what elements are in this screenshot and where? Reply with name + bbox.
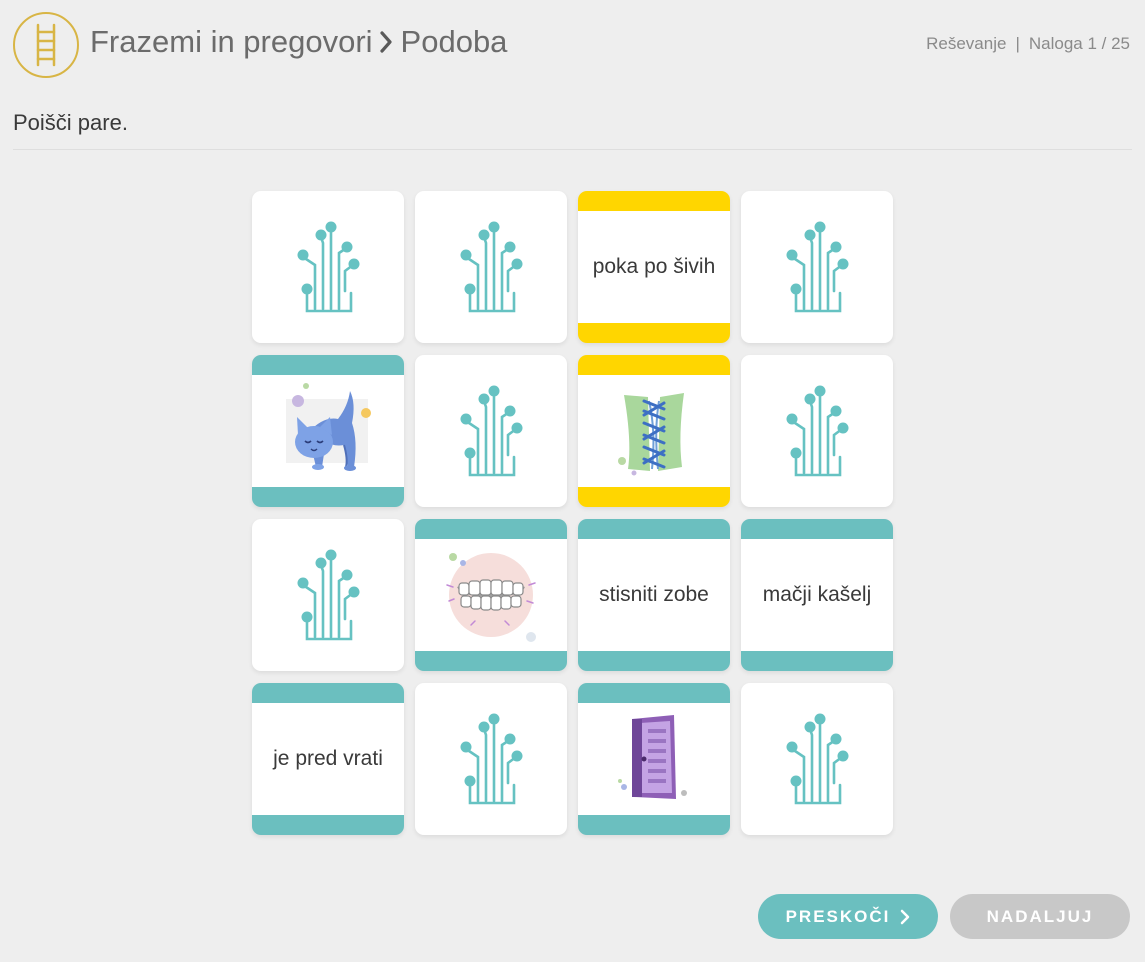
status-separator: | xyxy=(1015,34,1020,53)
door-icon xyxy=(618,715,687,799)
cat-icon xyxy=(286,383,371,471)
memory-card-hidden[interactable] xyxy=(415,191,567,343)
card-text: stisniti zobe xyxy=(599,583,709,606)
breadcrumb-topic: Podoba xyxy=(400,24,508,59)
ladder-logo-icon xyxy=(13,12,79,78)
memory-card-revealed[interactable]: je pred vrati xyxy=(252,683,404,835)
continue-button-label: NADALJUJ xyxy=(986,906,1094,926)
divider xyxy=(13,149,1132,150)
skip-button-label: PRESKOČI xyxy=(785,906,891,926)
torn-seam-icon xyxy=(618,393,684,476)
memory-card-revealed[interactable] xyxy=(578,683,730,835)
chevron-right-icon xyxy=(900,909,910,925)
memory-card-hidden[interactable] xyxy=(415,355,567,507)
circuit-icon xyxy=(782,383,852,479)
status-mode: Reševanje xyxy=(926,34,1007,53)
memory-card-revealed[interactable] xyxy=(415,519,567,671)
memory-card-hidden[interactable] xyxy=(741,191,893,343)
memory-card-revealed[interactable] xyxy=(252,355,404,507)
task-instruction: Poišči pare. xyxy=(13,110,128,135)
task-counter: Naloga 1 / 25 xyxy=(1028,34,1130,53)
card-text: poka po šivih xyxy=(592,255,716,278)
teeth-icon xyxy=(446,553,536,642)
circuit-icon xyxy=(782,219,852,315)
memory-card-grid: poka po šivih stisniti zobe mačji kašelj… xyxy=(252,191,893,835)
circuit-icon xyxy=(782,711,852,807)
circuit-icon xyxy=(456,383,526,479)
card-text: je pred vrati xyxy=(273,747,383,770)
memory-card-revealed[interactable]: stisniti zobe xyxy=(578,519,730,671)
breadcrumb: Frazemi in pregovori Podoba xyxy=(90,24,507,60)
memory-card-revealed[interactable]: mačji kašelj xyxy=(741,519,893,671)
circuit-icon xyxy=(293,219,363,315)
task-status: Reševanje | Naloga 1 / 25 xyxy=(926,34,1130,54)
memory-card-hidden[interactable] xyxy=(741,683,893,835)
memory-card-hidden[interactable] xyxy=(252,191,404,343)
chevron-right-icon xyxy=(379,31,393,53)
breadcrumb-category[interactable]: Frazemi in pregovori xyxy=(90,24,373,60)
memory-card-hidden[interactable] xyxy=(741,355,893,507)
circuit-icon xyxy=(456,711,526,807)
card-text: mačji kašelj xyxy=(762,583,872,606)
skip-button[interactable]: PRESKOČI xyxy=(758,894,938,939)
circuit-icon xyxy=(293,547,363,643)
continue-button: NADALJUJ xyxy=(950,894,1130,939)
memory-card-hidden[interactable] xyxy=(252,519,404,671)
memory-card-revealed[interactable]: poka po šivih xyxy=(578,191,730,343)
memory-card-hidden[interactable] xyxy=(415,683,567,835)
circuit-icon xyxy=(456,219,526,315)
memory-card-revealed[interactable] xyxy=(578,355,730,507)
